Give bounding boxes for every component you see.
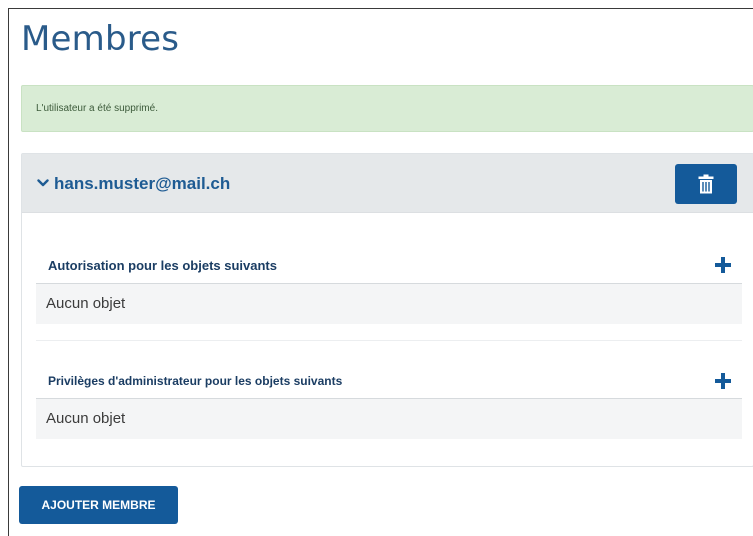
- plus-icon: [715, 373, 731, 389]
- member-email[interactable]: hans.muster@mail.ch: [54, 174, 230, 194]
- success-alert: L'utilisateur a été supprimé.: [21, 85, 753, 132]
- member-panel: hans.muster@mail.ch Autorisation pour le…: [21, 153, 753, 467]
- chevron-down-icon[interactable]: [37, 177, 49, 189]
- member-panel-header[interactable]: hans.muster@mail.ch: [22, 154, 753, 213]
- admin-privileges-section: Privilèges d'administrateur pour les obj…: [36, 360, 742, 440]
- trash-icon: [698, 174, 714, 194]
- section-title: Autorisation pour les objets suivants: [48, 258, 277, 273]
- plus-icon: [715, 257, 731, 273]
- add-admin-privilege-button[interactable]: [712, 370, 734, 392]
- page-title: Membres: [21, 19, 180, 59]
- add-member-button[interactable]: AJOUTER MEMBRE: [19, 486, 178, 524]
- object-list: Aucun objet: [36, 399, 742, 439]
- section-separator: [36, 340, 742, 341]
- add-authorization-button[interactable]: [712, 254, 734, 276]
- section-title: Privilèges d'administrateur pour les obj…: [48, 374, 343, 388]
- alert-message: L'utilisateur a été supprimé.: [36, 103, 158, 114]
- delete-member-button[interactable]: [675, 164, 737, 204]
- authorization-section: Autorisation pour les objets suivants Au…: [36, 244, 742, 324]
- empty-list-text: Aucun objet: [46, 295, 126, 312]
- empty-list-text: Aucun objet: [46, 410, 126, 427]
- page-container: Membres L'utilisateur a été supprimé. ha…: [8, 8, 753, 536]
- object-list: Aucun objet: [36, 284, 742, 324]
